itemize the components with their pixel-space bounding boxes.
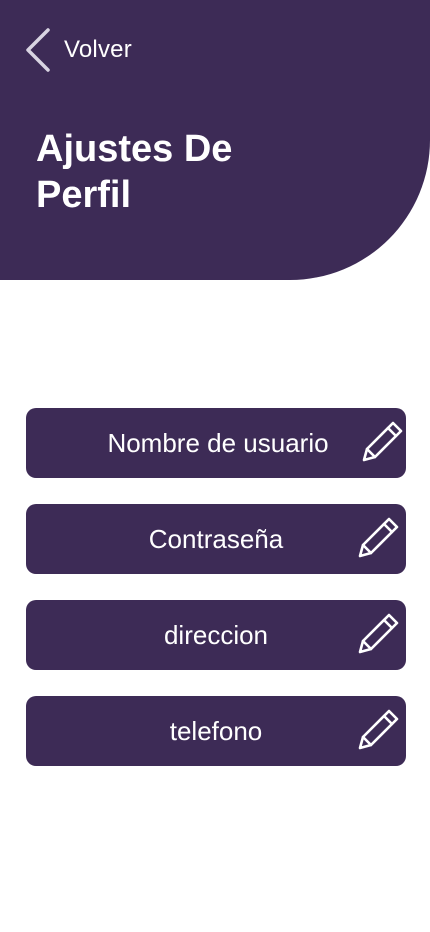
password-field-button[interactable]: Contraseña: [26, 504, 406, 574]
page-title: Ajustes De Perfil: [36, 128, 233, 216]
pencil-icon[interactable]: [352, 704, 404, 756]
pencil-icon[interactable]: [352, 608, 404, 660]
field-label: telefono: [169, 716, 263, 746]
field-label: Contraseña: [148, 524, 284, 554]
back-button[interactable]: Volver: [24, 28, 132, 72]
chevron-left-icon: [26, 28, 50, 72]
phone-field-button[interactable]: telefono: [26, 696, 406, 766]
address-field-button[interactable]: direccion: [26, 600, 406, 670]
username-field-button[interactable]: Nombre de usuario: [26, 408, 406, 478]
profile-settings-screen: Volver Ajustes De Perfil Nombre de usuar…: [0, 0, 430, 932]
pencil-icon[interactable]: [356, 416, 408, 468]
field-label: direccion: [163, 620, 269, 650]
header-banner: Volver Ajustes De Perfil: [0, 0, 430, 280]
field-label: Nombre de usuario: [107, 428, 329, 458]
pencil-icon[interactable]: [352, 512, 404, 564]
back-label: Volver: [64, 36, 132, 63]
